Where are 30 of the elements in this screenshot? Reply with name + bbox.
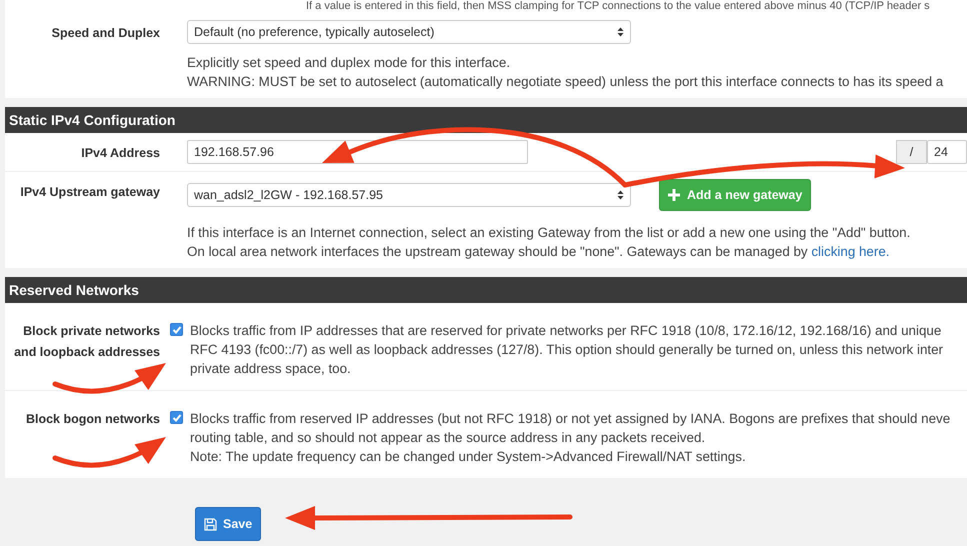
- updown-icon: [617, 27, 624, 37]
- updown-icon: [617, 190, 624, 200]
- section-header: Reserved Networks: [5, 277, 967, 303]
- help-text: WARNING: MUST be set to autoselect (automatically negotiate speed) unless the port this interface connects to has its speed a: [187, 73, 944, 91]
- slash-addon: /: [896, 140, 927, 164]
- select-field[interactable]: wan_adsl2_l2GW - 192.168.57.95: [187, 183, 631, 207]
- help-text: If this interface is an Internet connection, select an existing Gateway from the list or add a new one using the "Add" button.: [187, 224, 912, 242]
- field-label: IPv4 Upstream gateway: [19, 184, 160, 200]
- help-text: RFC 4193 (fc00::/7) as well as loopback addresses (127/8). This option should generally be turned on, unless this network inter: [190, 341, 944, 359]
- checkbox[interactable]: [170, 323, 183, 336]
- help-text: Note: The update frequency can be changed under System->Advanced Firewall/NAT settings.: [190, 448, 747, 466]
- plus-icon: [668, 189, 680, 201]
- link[interactable]: clicking here.: [811, 244, 890, 259]
- help-text: If a value is entered in this field, then MSS clamping for TCP connections to the value entered above minus 40 (TCP/IP header s: [305, 0, 931, 13]
- checkbox[interactable]: [170, 411, 183, 424]
- help-text: On local area network interfaces the upstream gateway should be "none". Gateways can be managed by clicking here.: [187, 243, 891, 261]
- section-header: Static IPv4 Configuration: [5, 107, 967, 133]
- select-field[interactable]: Default (no preference, typically autoselect): [187, 20, 631, 44]
- help-text: Explicitly set speed and duplex mode for this interface.: [187, 54, 512, 72]
- help-text: Blocks traffic from IP addresses that are reserved for private networks per RFC 1918 (10/8, 172.16/12, 192.168/16) and unique: [190, 322, 942, 340]
- field-label: Block bogon networks: [24, 411, 160, 428]
- field-label: Speed and Duplex: [50, 25, 160, 41]
- help-text: routing table, and so should not appear as the source address in any packets received.: [190, 429, 706, 447]
- field-label: IPv4 Address: [80, 145, 160, 161]
- input-field[interactable]: 192.168.57.96: [187, 140, 528, 164]
- field-label: Block private networks and loopback addresses: [13, 323, 160, 361]
- help-text: private address space, too.: [190, 360, 352, 378]
- save-button[interactable]: Save: [195, 507, 262, 541]
- help-text: Blocks traffic from reserved IP addresses (but not RFC 1918) or not yet assigned by IANA. Bogons are prefixes that should neve: [190, 410, 950, 428]
- input-field[interactable]: 24: [927, 140, 967, 164]
